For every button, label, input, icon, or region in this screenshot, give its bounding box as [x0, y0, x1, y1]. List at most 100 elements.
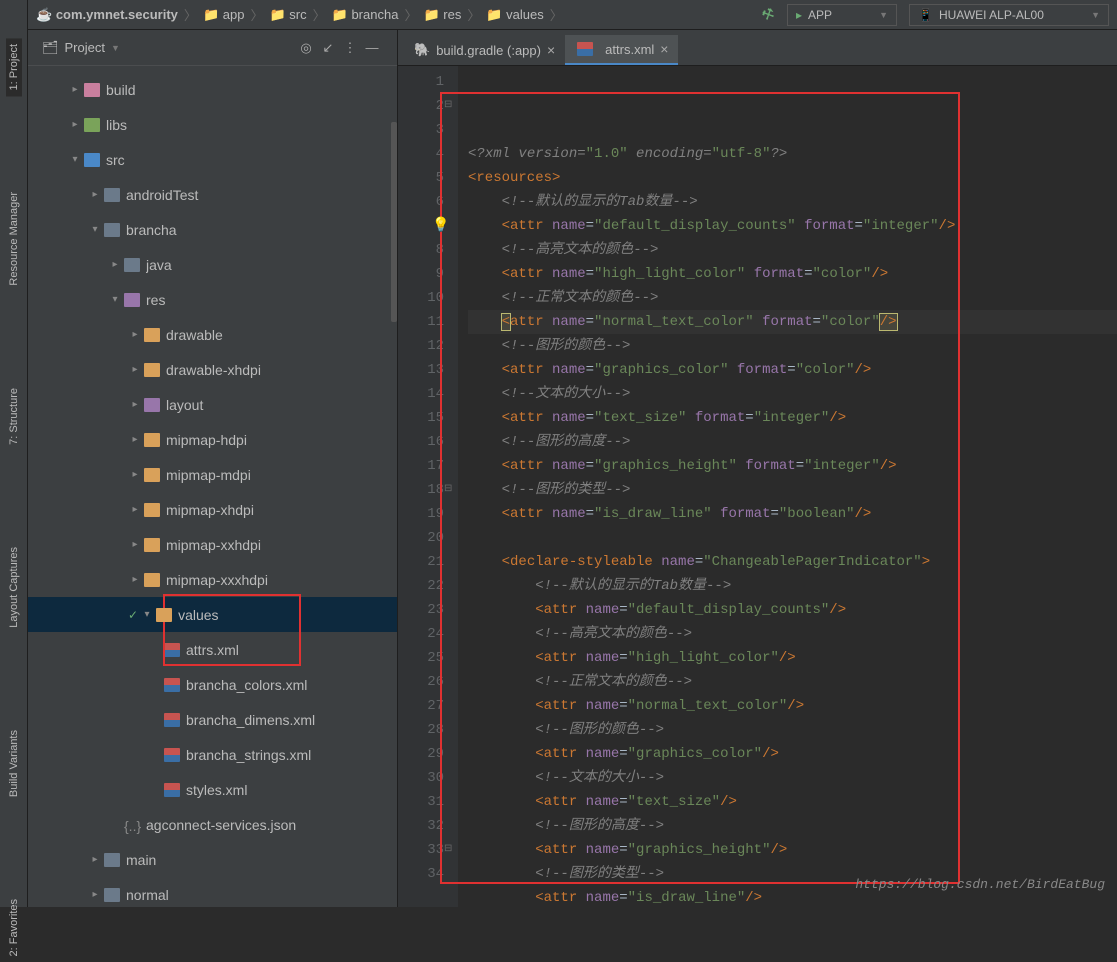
expand-arrow-icon[interactable]	[128, 364, 142, 375]
tree-item-main[interactable]: main	[28, 842, 397, 877]
expand-arrow-icon[interactable]	[68, 119, 82, 130]
tree-item-brancha-colors-xml[interactable]: brancha_colors.xml	[28, 667, 397, 702]
tree-item-values[interactable]: ✓values	[28, 597, 397, 632]
code-line-24[interactable]: <attr name="normal_text_color"/>	[468, 694, 1117, 718]
project-tree[interactable]: buildlibssrcandroidTestbranchajavaresdra…	[28, 66, 397, 907]
bc-src[interactable]: 📁 src	[269, 7, 306, 23]
tree-item-normal[interactable]: normal	[28, 877, 397, 907]
expand-arrow-icon[interactable]	[128, 469, 142, 480]
code-content[interactable]: <?xml version="1.0" encoding="utf-8"?><r…	[458, 66, 1117, 907]
expand-arrow-icon[interactable]	[128, 504, 142, 515]
code-line-11[interactable]: <!--文本的大小-->	[468, 382, 1117, 406]
collapse-icon[interactable]: ↙	[317, 40, 339, 56]
bc-res[interactable]: 📁 res	[423, 7, 461, 23]
tree-item-brancha-dimens-xml[interactable]: brancha_dimens.xml	[28, 702, 397, 737]
settings-icon[interactable]: ⋮	[339, 40, 361, 56]
code-line-10[interactable]: <attr name="graphics_color" format="colo…	[468, 358, 1117, 382]
fold-icon[interactable]: ⊟	[444, 478, 452, 502]
code-line-20[interactable]: <attr name="default_display_counts"/>	[468, 598, 1117, 622]
project-view-selector[interactable]: 🗂 Project ▼	[42, 40, 120, 56]
code-line-12[interactable]: <attr name="text_size" format="integer"/…	[468, 406, 1117, 430]
code-line-30[interactable]: <attr name="graphics_height"/>	[468, 838, 1117, 862]
target-icon[interactable]: ◎	[295, 40, 317, 56]
code-line-25[interactable]: <!--图形的颜色-->	[468, 718, 1117, 742]
gutter-tab-structure[interactable]: 7: Structure	[6, 382, 22, 451]
device-selector[interactable]: 📱HUAWEI ALP-AL00▼	[909, 4, 1109, 26]
intention-bulb-icon[interactable]: 💡	[432, 214, 449, 238]
code-line-27[interactable]: <!--文本的大小-->	[468, 766, 1117, 790]
tree-item-androidtest[interactable]: androidTest	[28, 177, 397, 212]
expand-arrow-icon[interactable]	[140, 609, 154, 620]
expand-arrow-icon[interactable]	[88, 224, 102, 235]
code-line-14[interactable]: <attr name="graphics_height" format="int…	[468, 454, 1117, 478]
tree-item-brancha-strings-xml[interactable]: brancha_strings.xml	[28, 737, 397, 772]
code-line-17[interactable]	[468, 526, 1117, 550]
code-line-9[interactable]: <!--图形的颜色-->	[468, 334, 1117, 358]
bc-values[interactable]: 📁 values	[486, 7, 543, 23]
tree-item-mipmap-mdpi[interactable]: mipmap-mdpi	[28, 457, 397, 492]
close-tab-icon[interactable]: ×	[547, 42, 555, 58]
gutter-tab-favorites[interactable]: 2: Favorites	[6, 893, 22, 962]
expand-arrow-icon[interactable]	[88, 189, 102, 200]
tree-item-layout[interactable]: layout	[28, 387, 397, 422]
expand-arrow-icon[interactable]	[68, 154, 82, 165]
hide-icon[interactable]: —	[361, 40, 383, 55]
tree-scrollbar[interactable]	[391, 122, 397, 322]
tree-item-libs[interactable]: libs	[28, 107, 397, 142]
tree-item-agconnect-services-json[interactable]: {..}agconnect-services.json	[28, 807, 397, 842]
expand-arrow-icon[interactable]	[88, 889, 102, 900]
code-line-28[interactable]: <attr name="text_size"/>	[468, 790, 1117, 814]
code-line-26[interactable]: <attr name="graphics_color"/>	[468, 742, 1117, 766]
tree-item-mipmap-xhdpi[interactable]: mipmap-xhdpi	[28, 492, 397, 527]
expand-arrow-icon[interactable]	[128, 539, 142, 550]
tree-item-mipmap-xxxhdpi[interactable]: mipmap-xxxhdpi	[28, 562, 397, 597]
code-line-22[interactable]: <attr name="high_light_color"/>	[468, 646, 1117, 670]
tree-item-drawable[interactable]: drawable	[28, 317, 397, 352]
tree-item-res[interactable]: res	[28, 282, 397, 317]
gutter-tab-build-variants[interactable]: Build Variants	[6, 724, 22, 803]
expand-arrow-icon[interactable]	[128, 574, 142, 585]
editor-body[interactable]: 1234567891011121314151617181920212223242…	[398, 66, 1117, 907]
fold-icon[interactable]: ⊟	[444, 838, 452, 862]
close-tab-icon[interactable]: ×	[660, 41, 668, 57]
bc-brancha[interactable]: 📁 brancha	[332, 7, 399, 23]
code-line-18[interactable]: <declare-styleable name="ChangeablePager…	[468, 550, 1117, 574]
code-line-16[interactable]: <attr name="is_draw_line" format="boolea…	[468, 502, 1117, 526]
fold-icon[interactable]: ⊟	[444, 94, 452, 118]
code-line-2[interactable]: <resources>	[468, 166, 1117, 190]
expand-arrow-icon[interactable]	[88, 854, 102, 865]
editor-tab-build-gradle-app-[interactable]: 🐘build.gradle (:app)×	[404, 35, 565, 65]
expand-arrow-icon[interactable]	[128, 329, 142, 340]
tree-item-brancha[interactable]: brancha	[28, 212, 397, 247]
code-line-19[interactable]: <!--默认的显示的Tab数量-->	[468, 574, 1117, 598]
gutter-tab-layout-captures[interactable]: Layout Captures	[6, 541, 22, 634]
code-line-29[interactable]: <!--图形的高度-->	[468, 814, 1117, 838]
tree-item-mipmap-xxhdpi[interactable]: mipmap-xxhdpi	[28, 527, 397, 562]
bc-module[interactable]: ☕ com.ymnet.security	[36, 7, 178, 23]
build-icon[interactable]: ⚒	[759, 4, 778, 25]
tree-item-mipmap-hdpi[interactable]: mipmap-hdpi	[28, 422, 397, 457]
editor-tab-attrs-xml[interactable]: attrs.xml×	[565, 35, 678, 65]
code-line-23[interactable]: <!--正常文本的颜色-->	[468, 670, 1117, 694]
expand-arrow-icon[interactable]	[128, 434, 142, 445]
code-line-1[interactable]: <?xml version="1.0" encoding="utf-8"?>	[468, 142, 1117, 166]
bc-app[interactable]: 📁 app	[203, 7, 245, 23]
expand-arrow-icon[interactable]	[128, 399, 142, 410]
expand-arrow-icon[interactable]	[108, 294, 122, 305]
code-line-4[interactable]: <attr name="default_display_counts" form…	[468, 214, 1117, 238]
code-line-21[interactable]: <!--高亮文本的颜色-->	[468, 622, 1117, 646]
tree-item-attrs-xml[interactable]: attrs.xml	[28, 632, 397, 667]
tree-item-src[interactable]: src	[28, 142, 397, 177]
code-line-7[interactable]: <!--正常文本的颜色-->	[468, 286, 1117, 310]
code-line-6[interactable]: <attr name="high_light_color" format="co…	[468, 262, 1117, 286]
tree-item-drawable-xhdpi[interactable]: drawable-xhdpi	[28, 352, 397, 387]
tree-item-styles-xml[interactable]: styles.xml	[28, 772, 397, 807]
gutter-tab-project[interactable]: 1: Project	[6, 38, 22, 96]
expand-arrow-icon[interactable]	[108, 259, 122, 270]
gutter-tab-resource-manager[interactable]: Resource Manager	[6, 186, 22, 292]
code-line-8[interactable]: <attr name="normal_text_color" format="c…	[468, 310, 1117, 334]
expand-arrow-icon[interactable]	[68, 84, 82, 95]
code-line-13[interactable]: <!--图形的高度-->	[468, 430, 1117, 454]
tree-item-build[interactable]: build	[28, 72, 397, 107]
breadcrumb[interactable]: ☕ com.ymnet.security〉 📁 app〉 📁 src〉 📁 br…	[36, 5, 762, 24]
